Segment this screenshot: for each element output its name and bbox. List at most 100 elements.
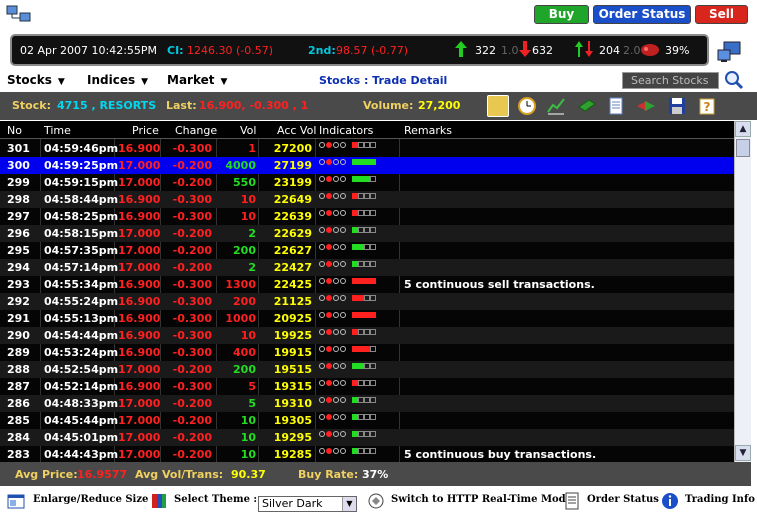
cell-acc-vol: 27200: [273, 142, 312, 155]
cell-change: -0.200: [172, 261, 212, 274]
table-row[interactable]: 284 04:45:01pm 17.000 -0.200 10 19295: [0, 429, 734, 446]
search-input[interactable]: Search Stocks: [622, 72, 719, 89]
window-resize-icon[interactable]: [7, 492, 25, 510]
scroll-down-arrow-icon[interactable]: ▼: [735, 445, 751, 461]
cell-time: 04:48:33pm: [44, 397, 119, 410]
trading-info-link[interactable]: Trading Info: [685, 494, 755, 505]
menu-indices-label: Indices: [87, 73, 136, 87]
clock-icon[interactable]: [516, 95, 538, 117]
indicator-cell: [319, 261, 376, 270]
table-row[interactable]: 294 04:57:14pm 17.000 -0.200 2 22427: [0, 259, 734, 276]
palette-icon: [152, 494, 166, 508]
indicator-cell: [319, 142, 376, 151]
http-mode-icon[interactable]: [367, 492, 385, 510]
table-row[interactable]: 299 04:59:15pm 17.000 -0.200 550 23199: [0, 174, 734, 191]
menu-stocks[interactable]: Stocks ▼: [7, 73, 65, 87]
cell-change: -0.300: [172, 295, 212, 308]
scroll-up-arrow-icon[interactable]: ▲: [735, 121, 751, 137]
monitor-icon[interactable]: [716, 40, 742, 64]
column-header-time[interactable]: Time: [44, 124, 71, 137]
cell-time: 04:45:01pm: [44, 431, 119, 444]
table-row[interactable]: 292 04:55:24pm 16.900 -0.300 200 21125: [0, 293, 734, 310]
buy-button[interactable]: Buy: [534, 5, 589, 24]
table-row[interactable]: 288 04:52:54pm 17.000 -0.200 200 19515: [0, 361, 734, 378]
table-row[interactable]: 291 04:55:13pm 16.900 -0.300 1000 20925: [0, 310, 734, 327]
info-icon[interactable]: [661, 492, 679, 510]
down-arrow-icon: [519, 41, 531, 57]
enlarge-reduce-link[interactable]: Enlarge/Reduce Size: [33, 494, 148, 505]
indicator-cell: [319, 278, 376, 287]
table-row[interactable]: 293 04:55:34pm 16.900 -0.300 1300 22425 5 cont…: [0, 276, 734, 293]
chevron-down-icon[interactable]: ▼: [342, 497, 356, 511]
cell-acc-vol: 19295: [273, 431, 312, 444]
column-header-no[interactable]: No: [7, 124, 22, 137]
cell-acc-vol: 22427: [273, 261, 312, 274]
trade-detail-tool-icon[interactable]: [487, 95, 509, 117]
cell-no: 283: [7, 448, 30, 461]
table-row[interactable]: 295 04:57:35pm 17.000 -0.200 200 22627: [0, 242, 734, 259]
indicator-cell: [319, 397, 376, 406]
last-label: Last:: [166, 99, 197, 112]
cell-price: 17.000: [118, 431, 161, 444]
money-icon[interactable]: [576, 95, 598, 117]
table-row[interactable]: 287 04:52:14pm 16.900 -0.300 5 19315: [0, 378, 734, 395]
vertical-scrollbar[interactable]: ▲ ▼: [734, 121, 751, 462]
cell-no: 295: [7, 244, 30, 257]
transfer-icon[interactable]: [635, 95, 657, 117]
table-row[interactable]: 301 04:59:46pm 16.900 -0.300 1 27200: [0, 140, 734, 157]
column-header-change[interactable]: Change: [175, 124, 217, 137]
scroll-thumb[interactable]: [736, 139, 750, 157]
column-header-acc-vol[interactable]: Acc Vol: [277, 124, 316, 137]
order-status-link[interactable]: Order Status: [587, 494, 659, 505]
column-header-price[interactable]: Price: [132, 124, 159, 137]
column-header-indicators[interactable]: Indicators: [319, 124, 373, 137]
cell-vol: 4000: [225, 159, 256, 172]
table-row[interactable]: 285 04:45:44pm 17.000 -0.200 10 19305: [0, 412, 734, 429]
table-row[interactable]: 283 04:44:43pm 17.000 -0.200 10 19285 5 contin…: [0, 446, 734, 462]
trade-detail-table: No Time Price Change Vol Acc Vol Indicat…: [0, 121, 734, 462]
order-status-button[interactable]: Order Status: [593, 5, 691, 24]
cell-time: 04:59:15pm: [44, 176, 119, 189]
table-row[interactable]: 297 04:58:25pm 16.900 -0.300 10 22639: [0, 208, 734, 225]
cell-acc-vol: 19310: [273, 397, 312, 410]
cell-change: -0.300: [172, 312, 212, 325]
sell-button[interactable]: Sell: [695, 5, 748, 24]
cell-vol: 1: [248, 142, 256, 155]
cell-change: -0.300: [172, 278, 212, 291]
table-row[interactable]: 296 04:58:15pm 17.000 -0.200 2 22629: [0, 225, 734, 242]
table-row[interactable]: 286 04:48:33pm 17.000 -0.200 5 19310: [0, 395, 734, 412]
search-icon[interactable]: [724, 70, 744, 90]
bottom-toolbar: Enlarge/Reduce Size Select Theme : Switc…: [0, 488, 757, 513]
cell-vol: 2: [248, 227, 256, 240]
table-row[interactable]: 300 04:59:25pm 17.000 -0.200 4000 27199: [0, 157, 734, 174]
table-row[interactable]: 290 04:54:44pm 16.900 -0.300 10 19925: [0, 327, 734, 344]
cell-vol: 400: [233, 346, 256, 359]
cell-price: 17.000: [118, 244, 161, 257]
cell-change: -0.200: [172, 176, 212, 189]
cell-no: 293: [7, 278, 30, 291]
indicator-cell: [319, 227, 376, 236]
advancers-count: 322: [475, 44, 496, 57]
menu-market[interactable]: Market ▼: [167, 73, 227, 87]
cell-time: 04:59:25pm: [44, 159, 119, 172]
table-row[interactable]: 298 04:58:44pm 16.900 -0.300 10 22649: [0, 191, 734, 208]
document-icon[interactable]: [605, 95, 627, 117]
cell-remarks: 5 continuous buy transactions.: [404, 448, 597, 461]
switch-http-link[interactable]: Switch to HTTP Real-Time Mode: [391, 494, 572, 505]
help-icon[interactable]: ?: [696, 95, 718, 117]
order-status-icon[interactable]: [563, 492, 581, 510]
cell-no: 287: [7, 380, 30, 393]
cell-price: 16.900: [118, 312, 161, 325]
cell-time: 04:53:24pm: [44, 346, 119, 359]
theme-select[interactable]: Silver Dark ▼: [258, 496, 357, 512]
cell-change: -0.300: [172, 193, 212, 206]
save-icon[interactable]: [666, 95, 688, 117]
stock-info-bar: Stock: 4715 , RESORTS Last: 16.900, -0.3…: [0, 92, 757, 120]
chart-icon[interactable]: [545, 95, 567, 117]
column-header-remarks[interactable]: Remarks: [404, 124, 452, 137]
cell-no: 297: [7, 210, 30, 223]
table-row[interactable]: 289 04:53:24pm 16.900 -0.300 400 19915: [0, 344, 734, 361]
menu-indices[interactable]: Indices ▼: [87, 73, 148, 87]
cell-price: 17.000: [118, 227, 161, 240]
column-header-vol[interactable]: Vol: [240, 124, 256, 137]
